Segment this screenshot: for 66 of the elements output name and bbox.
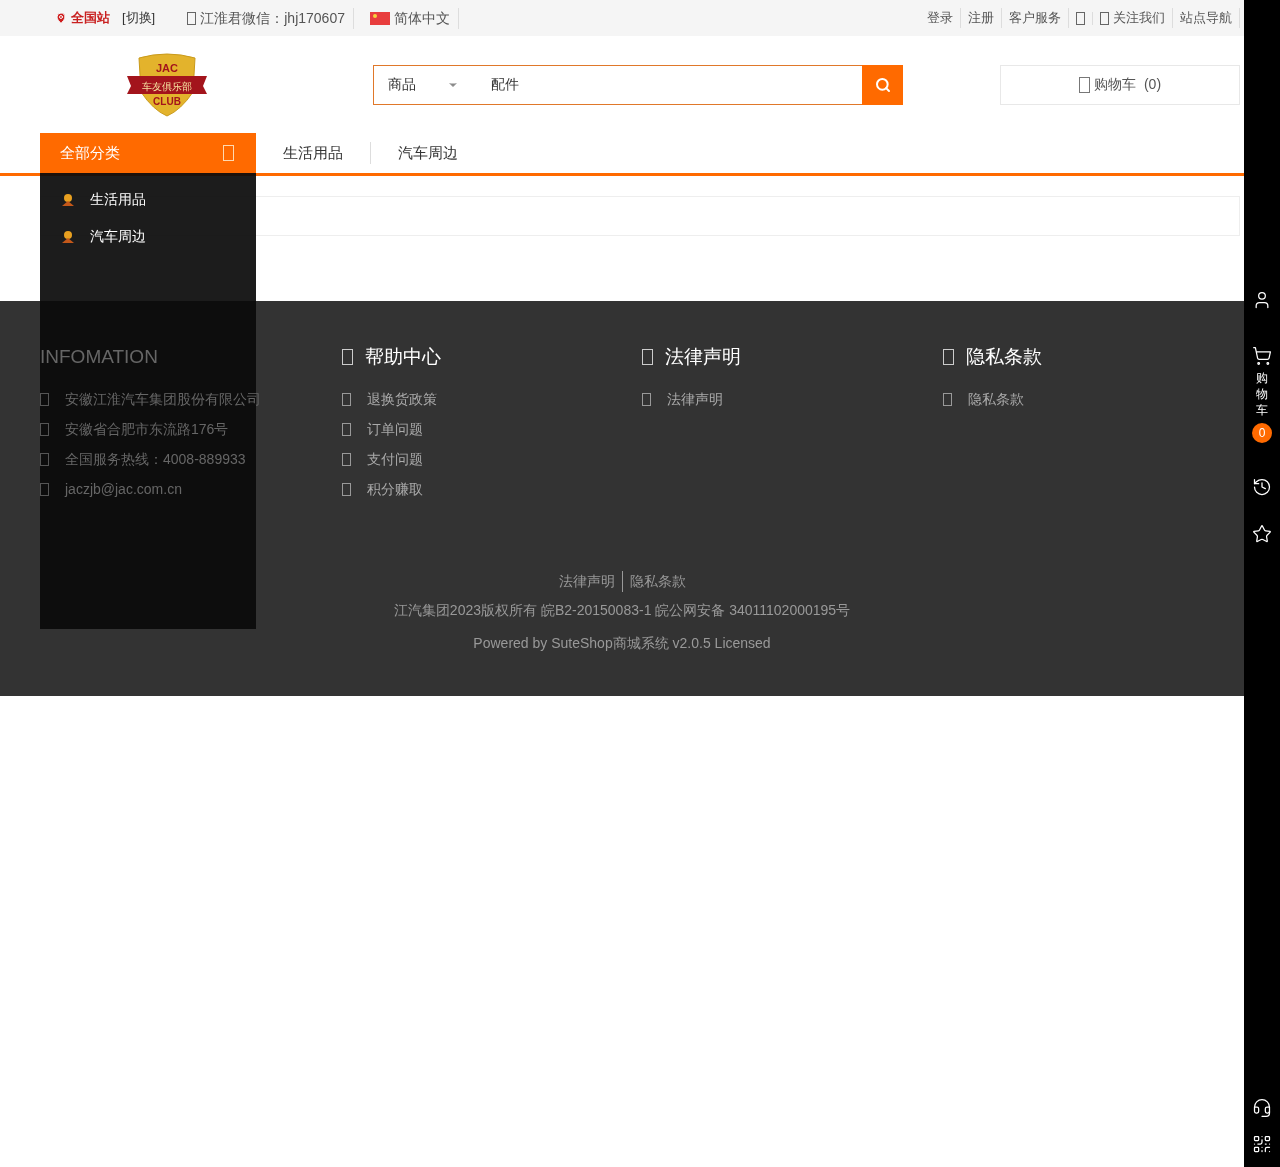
qr-code-icon[interactable] (1252, 1134, 1272, 1154)
top-link[interactable]: 客户服务 (1002, 8, 1069, 28)
footer-link[interactable]: 退换货政策 (366, 388, 437, 410)
missing-glyph-icon (943, 392, 953, 406)
missing-glyph-icon (341, 392, 351, 406)
mascot-icon (60, 229, 76, 244)
missing-glyph-icon (223, 145, 234, 161)
china-flag-icon (369, 11, 390, 25)
missing-glyph-icon (40, 482, 49, 496)
missing-glyph-icon (341, 422, 351, 436)
copyright-text: 江汽集团2023版权所有 皖B2-20150083-1 皖公网安备 34011102000195号 (392, 601, 852, 620)
missing-glyph-icon (1100, 11, 1109, 25)
mascot-icon (60, 192, 76, 207)
nav-link[interactable]: 生活用品 (256, 141, 370, 165)
footer-link[interactable]: 支付问题 (366, 448, 423, 470)
footer-bottom-link[interactable]: 隐私条款 (621, 571, 693, 592)
switch-link[interactable]: [切换] (122, 8, 156, 28)
missing-glyph-icon (642, 392, 652, 406)
current-site: 全国站 (71, 9, 110, 28)
missing-glyph-icon (341, 452, 351, 466)
footer-link[interactable]: 法律声明 (667, 388, 724, 410)
category-item[interactable]: 汽车周边 (90, 226, 146, 247)
top-link[interactable]: 登录 (920, 8, 961, 28)
cart-button[interactable]: 购物车 (0) (1000, 64, 1240, 105)
contact-text: 安徽省合肥市东流路176号 (65, 419, 229, 439)
cart-count-badge: 0 (1252, 422, 1272, 443)
missing-glyph-icon (40, 422, 49, 436)
contact-text: 全国服务热线：4008-889933 (65, 449, 246, 469)
star-icon[interactable] (1252, 523, 1272, 544)
missing-glyph-icon (341, 349, 353, 366)
location-pin-icon (55, 12, 67, 24)
footer-bottom-link[interactable]: 法律声明 (551, 571, 622, 592)
missing-glyph-icon (1078, 76, 1090, 93)
history-icon[interactable] (1252, 476, 1272, 497)
missing-glyph-icon (40, 392, 49, 406)
footer-link[interactable]: 积分赚取 (366, 478, 423, 500)
missing-glyph-icon (341, 482, 351, 496)
category-item[interactable]: 生活用品 (90, 189, 146, 210)
footer-link[interactable]: 隐私条款 (968, 388, 1025, 410)
headset-icon[interactable] (1252, 1098, 1272, 1118)
sidebar-cart-label: 购物车 (1256, 370, 1268, 419)
search-button[interactable] (862, 64, 903, 105)
contact-text: jaczjb@jac.com.cn (65, 479, 182, 499)
missing-glyph-icon (1076, 11, 1085, 25)
nav-link[interactable]: 汽车周边 (370, 141, 485, 165)
follow-link[interactable]: 关注我们 (1093, 8, 1173, 28)
wechat-text: 江淮君微信：jhj170607 (200, 8, 345, 28)
footer-link[interactable]: 订单问题 (366, 418, 423, 440)
missing-glyph-icon (40, 452, 49, 466)
club-logo: JAC 车友俱乐部 CLUB (125, 51, 209, 118)
powered-by-text: Powered by SuteShop商城系统 v2.0.5 Licensed (472, 634, 772, 653)
search-input[interactable]: 配件 (473, 64, 862, 105)
missing-glyph-icon (943, 349, 955, 366)
language-link[interactable]: 简体中文 (393, 7, 450, 29)
top-link[interactable]: 注册 (961, 8, 1002, 28)
search-icon (874, 76, 891, 93)
missing-glyph-icon (642, 349, 654, 366)
footer-heading: 法律声明 (665, 345, 742, 369)
site-nav-link[interactable]: 站点导航 (1173, 8, 1240, 28)
cart-icon[interactable] (1252, 346, 1272, 366)
footer-heading: 隐私条款 (966, 345, 1043, 369)
footer-heading: 帮助中心 (364, 345, 441, 369)
contact-text: 安徽江淮汽车集团股份有限公司 (65, 389, 261, 409)
search-scope-dropdown[interactable]: 商品 (373, 64, 473, 105)
missing-glyph-icon (187, 11, 197, 25)
footer-heading: INFOMATION (40, 345, 159, 369)
